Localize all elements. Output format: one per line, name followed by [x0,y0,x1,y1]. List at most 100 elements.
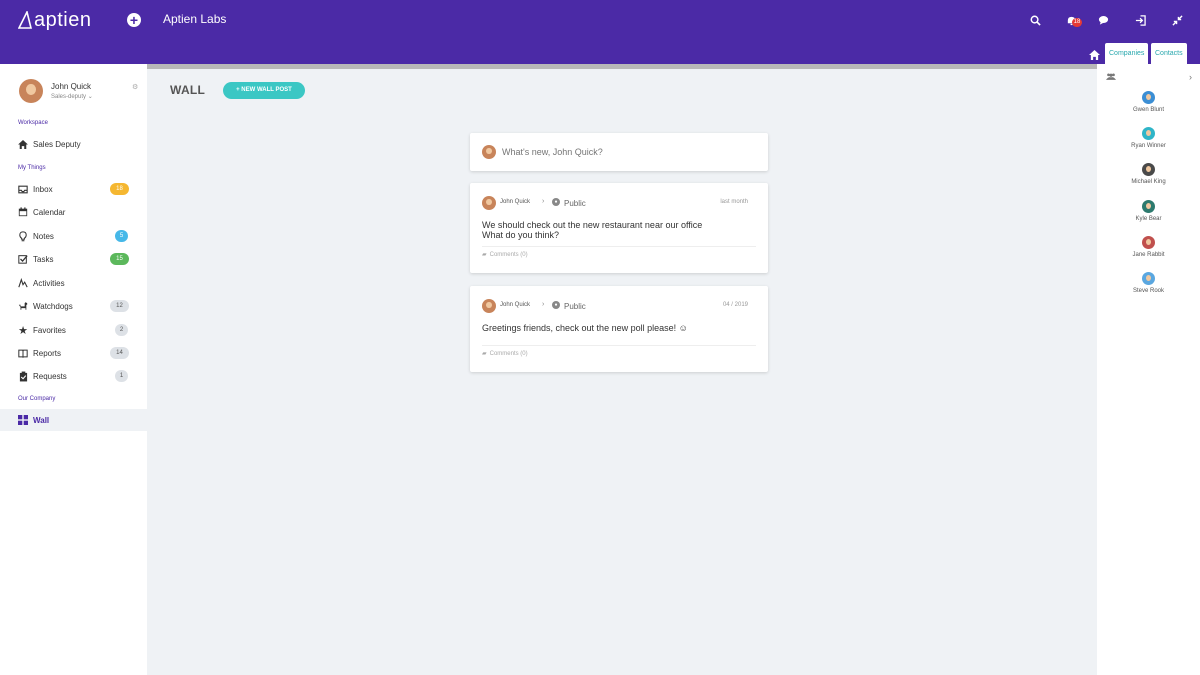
avatar [482,145,496,159]
contact-item[interactable]: Gwen Blunt [1097,91,1200,113]
right-sidebar: › Gwen Blunt Ryan Winner Michael King Ky… [1097,64,1200,675]
contact-name: Steve Rook [1132,288,1165,294]
comment-icon: ▰ [482,351,487,357]
check-square-icon [18,254,28,264]
contact-name: Ryan Winner [1131,143,1166,149]
sidebar-item-activities[interactable]: Activities [0,272,147,294]
sidebar-item-tasks[interactable]: Tasks 15 [0,248,147,270]
sidebar-item-wall[interactable]: Wall [0,409,147,431]
collapse-icon[interactable] [1168,11,1186,29]
sidebar-item-reports[interactable]: Reports 14 [0,342,147,364]
chevron-down-icon: ⌄ [87,94,93,100]
sidebar-item-sales-deputy[interactable]: Sales Deputy [0,133,147,155]
inbox-icon [18,184,28,194]
avatar[interactable] [19,79,43,103]
section-title-my-things: My Things [18,165,46,171]
notification-badge: 18 [1072,18,1082,27]
sidebar-item-label: Watchdogs [33,301,73,311]
notifications-icon[interactable]: 18 [1062,11,1082,29]
activity-icon [18,278,28,288]
sidebar-item-label: Notes [33,231,54,241]
avatar [1142,272,1155,285]
wall-post: John Quick › ● Public last month We shou… [470,183,768,273]
contact-item[interactable]: Ryan Winner [1097,127,1200,149]
logout-icon[interactable] [1131,11,1149,29]
post-author[interactable]: John Quick [500,302,530,308]
post-timestamp: 04 / 2019 [722,302,748,308]
sidebar-item-inbox[interactable]: Inbox 18 [0,178,147,200]
sidebar-item-label: Tasks [33,254,54,264]
chevron-right-icon: › [542,198,545,205]
compose-input[interactable] [502,147,752,157]
compose-card [470,133,768,171]
notes-count-badge: 5 [115,230,128,242]
logo-mark-icon [18,11,32,29]
new-wall-post-button[interactable]: + NEW WALL POST [223,82,305,99]
tasks-count-badge: 15 [110,253,129,265]
post-body-line: Greetings friends, check out the new pol… [482,323,688,333]
sidebar-item-label: Activities [33,278,65,288]
contact-name: Jane Rabbit [1132,252,1165,258]
sidebar-item-calendar[interactable]: Calendar [0,201,147,223]
post-body-line: We should check out the new restaurant n… [482,220,703,230]
user-name[interactable]: John Quick [51,82,91,91]
tab-companies[interactable]: Companies [1105,43,1149,64]
logo-text: aptien [34,8,92,31]
settings-gear-icon[interactable]: ⚙ [132,83,138,91]
contact-name: Gwen Blunt [1132,107,1165,113]
grid-icon [18,415,28,425]
chevron-right-icon: › [542,301,545,308]
section-title-our-company: Our Company [18,396,56,402]
sidebar-item-label: Inbox [33,184,53,194]
sidebar-item-label: Wall [33,415,50,425]
globe-icon: ● [552,198,560,206]
clipboard-icon [18,371,28,381]
contact-item[interactable]: Michael King [1097,163,1200,185]
contact-name: Michael King [1131,179,1166,185]
sidebar-item-watchdogs[interactable]: Watchdogs 12 [0,295,147,317]
post-visibility[interactable]: Public [564,302,586,311]
add-icon[interactable]: + [127,13,141,27]
chevron-right-icon[interactable]: › [1189,72,1192,82]
wall-post: John Quick › ● Public 04 / 2019 Greeting… [470,286,768,372]
star-icon: ★ [18,324,28,337]
app-logo[interactable]: aptien [18,8,92,32]
book-icon [18,348,28,358]
sidebar-item-favorites[interactable]: ★ Favorites 2 [0,319,147,341]
comments-label: Comments (0) [489,251,528,258]
inbox-count-badge: 18 [110,183,129,195]
comments-link[interactable]: ▰ Comments (0) [482,350,528,358]
sidebar-item-label: Requests [33,371,67,381]
sidebar-item-notes[interactable]: Notes 5 [0,225,147,247]
user-role-label: Sales-deputy [51,94,87,100]
home-tab-icon[interactable] [1089,47,1101,60]
avatar[interactable] [482,299,496,313]
post-author[interactable]: John Quick [500,199,530,205]
avatar [1142,236,1155,249]
reports-count-badge: 14 [110,347,129,359]
sidebar-item-requests[interactable]: Requests 1 [0,365,147,387]
top-bar: aptien + Aptien Labs 18 Companies Contac… [0,0,1200,64]
contact-item[interactable]: Kyle Bear [1097,200,1200,222]
post-visibility[interactable]: Public [564,199,586,208]
avatar [1142,127,1155,140]
search-icon[interactable] [1026,11,1044,29]
user-role-dropdown[interactable]: Sales-deputy ⌄ [51,93,93,100]
avatar [1142,91,1155,104]
requests-count-badge: 1 [115,370,128,382]
contact-item[interactable]: Jane Rabbit [1097,236,1200,258]
watchdogs-count-badge: 12 [110,300,129,312]
comments-link[interactable]: ▰ Comments (0) [482,251,528,259]
tab-contacts[interactable]: Contacts [1151,43,1187,64]
sidebar-item-label: Sales Deputy [33,139,81,149]
dog-icon [18,301,28,311]
comment-icon: ▰ [482,252,487,258]
avatar[interactable] [482,196,496,210]
left-sidebar: John Quick Sales-deputy ⌄ ⚙ Workspace Sa… [0,64,147,675]
chat-icon[interactable] [1094,11,1112,29]
section-title-workspace: Workspace [18,120,48,126]
avatar [1142,163,1155,176]
people-icon[interactable] [1106,73,1116,82]
avatar [1142,200,1155,213]
contact-item[interactable]: Steve Rook [1097,272,1200,294]
